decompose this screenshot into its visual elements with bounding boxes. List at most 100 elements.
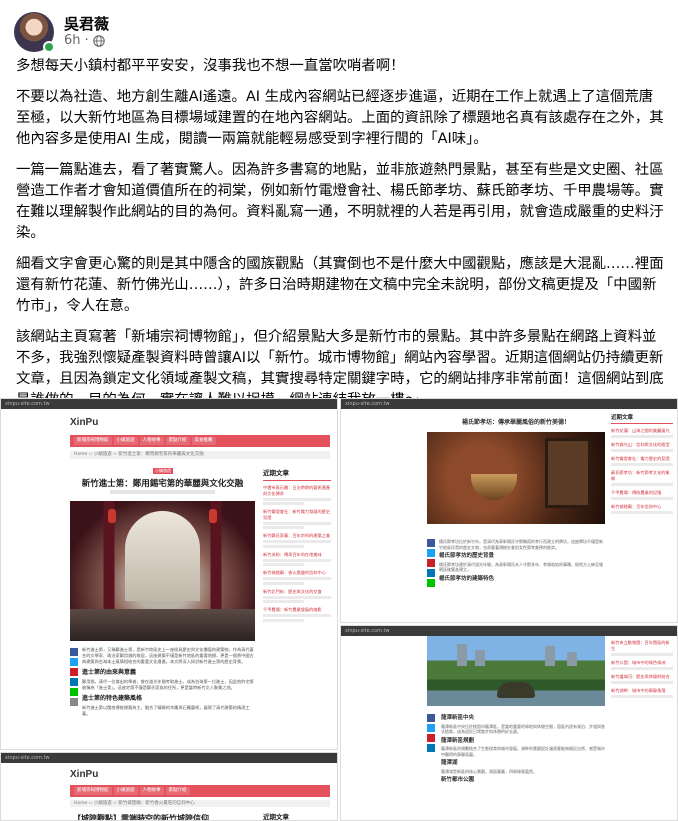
- sidebar-item: 新竹電燈會社：電力歷史的見證: [611, 456, 673, 466]
- frame-shape: [545, 438, 591, 508]
- excerpt-line: [263, 614, 331, 617]
- post-paragraph: 細看文字會更心驚的則是其中隱含的國族觀點（其實倒也不是什麼大中國觀點，應該是大混…: [16, 256, 664, 314]
- excerpt-line: [611, 652, 673, 656]
- article-paragraph: 楊氏節孝坊建於清代道光年間，為表彰楊氏夫人守節多年、孝順翁姑的事蹟，經地方士紳呈…: [439, 561, 603, 573]
- sidebar-item: 新竹米粉：傳承百年的在地美味: [263, 551, 331, 566]
- sidebar-link: 新竹電燈會社：新竹電力發展的歷史見證: [263, 509, 331, 520]
- article-paragraph: 新竹進士第，又稱鄭進士第，是新竹地區史上一座極具歷史與文化價值的建築物，作為清代…: [82, 647, 254, 664]
- sidebar-item: 新竹護城河：歷史與休閒的結合: [611, 674, 673, 684]
- sidebar-link: 千甲農場：傳統農業的記憶: [611, 489, 662, 495]
- article-paragraph: 楊氏節孝坊位於新竹市，是清代為表彰楊氏守節撫孤的孝行而建立的牌坊，這座牌坊不僅是…: [439, 539, 603, 550]
- twitter-share-icon: [427, 724, 435, 732]
- recent-posts-sidebar: 近期文章 中壢市區石雕：日治時期的藝術遺產與文化傳承 新竹電燈會社：新竹電力發展…: [263, 463, 331, 749]
- sidebar-link: 新竹米粉：傳承百年的在地美味: [263, 551, 322, 557]
- post-body: 多想每天小鎮村都平平安安，沒事我也不想一直當吹哨者啊！ 不要以為社造、地方創生離…: [16, 56, 664, 421]
- browser-bar: xinpu-site.com.tw: [1, 753, 337, 763]
- screenshot-site-home[interactable]: xinpu-site.com.tw XinPu 新埔宗祠博物館 小鎮旅遊 人物故…: [0, 752, 338, 821]
- article-paragraph: 龍潭湖是新區的核心景觀，湖面寬廣，四周綠意盎然。: [441, 768, 537, 774]
- excerpt-line: [263, 595, 331, 599]
- article-text: 楊氏節孝坊位於新竹市，是清代為表彰楊氏守節撫孤的孝行而建立的牌坊，這座牌坊不僅是…: [439, 539, 605, 584]
- post-header: 吳君薇 6h ·: [14, 12, 664, 53]
- facebook-share-icon: [70, 648, 78, 656]
- globe-icon[interactable]: [92, 34, 105, 47]
- excerpt-line: [263, 497, 331, 501]
- line-share-icon: [70, 688, 78, 696]
- article-heading: 進士第的由來與意義: [82, 669, 137, 676]
- sidebar-item: 千甲農場：傳統農業的記憶: [611, 490, 673, 500]
- sidebar-link: 新竹城隍廟：百年信仰中心: [611, 503, 662, 509]
- article-text: 新竹進士第，又稱鄭進士第，是新竹地區史上一座極具歷史與文化價值的建築物，作為清代…: [82, 647, 254, 717]
- skyline-shape: [475, 650, 485, 666]
- sidebar-link: 新竹公園：城市中的綠色綠洲: [611, 659, 666, 665]
- online-status-icon: [43, 41, 55, 53]
- screenshot-site-article[interactable]: xinpu-site.com.tw XinPu 新埔宗祠博物館 小鎮旅遊 人物故…: [0, 398, 338, 750]
- sidebar-link: 新竹湖畔：城市中的寧靜角落: [611, 687, 666, 693]
- article-image: [427, 432, 605, 524]
- arch-shape: [125, 511, 200, 601]
- nav-item: 人物故事: [139, 787, 164, 795]
- category-tag: 小鎮旅遊: [153, 468, 173, 474]
- excerpt-line: [611, 666, 673, 670]
- twitter-share-icon: [427, 549, 435, 557]
- article-heading: 楊氏節孝坊的歷史背景: [439, 553, 495, 559]
- share-buttons: [70, 648, 78, 708]
- excerpt-line: [263, 558, 331, 562]
- site-nav: 新埔宗祠博物館 小鎮旅遊 人物故事 景點介紹: [70, 785, 330, 797]
- email-share-icon: [70, 698, 78, 706]
- excerpt-line: [263, 581, 304, 585]
- post-meta: 6h ·: [64, 33, 105, 48]
- site-logo: XinPu: [70, 417, 99, 428]
- twitter-share-icon: [70, 658, 78, 666]
- sidebar-title: 近期文章: [611, 413, 673, 424]
- floor-shape: [70, 609, 255, 641]
- sidebar-item: 蘇氏節孝坊：新竹節孝文化的象徵: [611, 470, 673, 486]
- post-time[interactable]: 6h: [64, 33, 81, 48]
- sidebar-item: 千甲農場：新竹農業發展的縮影: [263, 607, 331, 622]
- article-meta-line: [110, 490, 215, 494]
- screenshot-site-article-2[interactable]: xinpu-site.com.tw 楊氏節孝坊：傳承華麗風俗的新竹美德！ 楊氏節…: [340, 398, 678, 623]
- excerpt-line: [611, 496, 673, 500]
- sidebar-item: 新竹佛光山：信仰與文化的殿堂: [611, 442, 673, 452]
- post-paragraph: 多想每天小鎮村都平平安安，沒事我也不想一直當吹哨者啊！: [16, 58, 405, 74]
- excerpt-line: [611, 482, 673, 486]
- screenshot-site-article-3[interactable]: xinpu-site.com.tw 龍潭新區中央 龍潭新區中央位於桃園市龍潭區，…: [340, 625, 678, 821]
- sidebar-link: 蘇氏節孝坊：新竹節孝文化的象徵: [611, 470, 670, 481]
- sidebar-link: 新竹市立動物園：百年園區的新生: [611, 640, 670, 651]
- article-heading: 龍潭新區規劃: [441, 737, 475, 744]
- meta-separator: ·: [84, 33, 89, 48]
- recent-posts-sidebar: 新竹市立動物園：百年園區的新生 新竹公園：城市中的綠色綠洲 新竹護城河：歷史與休…: [611, 636, 673, 698]
- nav-item: 新埔宗祠博物館: [74, 437, 112, 445]
- article-heading: 進士第的特色建築風格: [82, 695, 143, 702]
- article-paragraph: 鄭用錫，清代一位傑出的學者，曾在道光年間考取進士，成為台灣第一位進士，因此他的宅…: [82, 679, 254, 690]
- article-heading: 龍潭湖: [441, 760, 458, 766]
- post-paragraph: 不要以為社造、地方創生離AI遙遠。AI 生成內容網站已經逐步進逼，近期在工作上就…: [16, 89, 664, 147]
- pinterest-share-icon: [427, 734, 435, 742]
- sidebar-item: 新竹花蓮：山海之間的美麗風光: [611, 428, 673, 438]
- sidebar-item: 新竹城隍廟：香火鼎盛的信仰中心: [263, 570, 331, 585]
- browser-bar: xinpu-site.com.tw: [341, 626, 677, 636]
- photo-collage[interactable]: xinpu-site.com.tw XinPu 新埔宗祠博物館 小鎮旅遊 人物故…: [0, 398, 678, 821]
- pinterest-share-icon: [427, 559, 435, 567]
- excerpt-line: [263, 563, 304, 566]
- excerpt-line: [263, 526, 304, 529]
- pinterest-share-icon: [70, 668, 78, 676]
- excerpt-line: [263, 502, 304, 505]
- article-heading: 楊氏節孝坊的建築特色: [439, 575, 495, 582]
- article-title: 【城隍觀點】雲端時空的新竹城隍信仰: [73, 814, 209, 821]
- lantern-icon: [209, 509, 217, 523]
- facebook-share-icon: [427, 714, 435, 722]
- excerpt-line: [263, 618, 304, 622]
- sidebar-link: 新竹城隍廟：香火鼎盛的信仰中心: [263, 570, 326, 575]
- article-title: 新竹進士第：鄭用錫宅第的華麗與文化交融: [81, 479, 244, 489]
- excerpt-line: [611, 510, 673, 514]
- excerpt-line: [263, 544, 304, 548]
- sidebar-link: 新竹電燈會社：電力歷史的見證: [611, 456, 670, 461]
- sidebar-item: 新竹湖畔：城市中的寧靜角落: [611, 688, 673, 698]
- sidebar-link: 新竹護城河：歷史與休閒的結合: [611, 673, 670, 679]
- excerpt-line: [611, 463, 673, 466]
- sidebar-title: 近期文章: [263, 813, 289, 821]
- site-nav: 新埔宗祠博物館 小鎮旅遊 人物故事 景點介紹 美食推薦: [70, 435, 330, 447]
- recent-posts-sidebar: 近期文章 新竹花蓮：山海之間的美麗風光 新竹佛光山：信仰與文化的殿堂 新竹電燈會…: [611, 413, 673, 514]
- author-name[interactable]: 吳君薇: [64, 13, 109, 34]
- article-paragraph: 龍潭新區的規劃結合了生態保育與城市發展，湖畔的景觀設計讓遊客能夠親近自然，感受城…: [441, 746, 605, 757]
